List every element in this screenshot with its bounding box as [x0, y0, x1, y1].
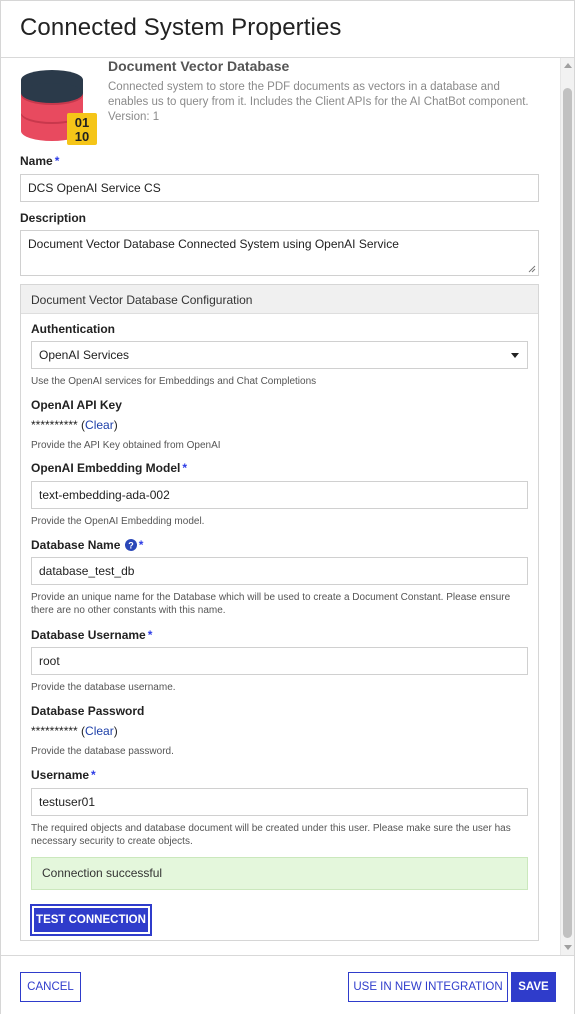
name-label: Name *	[20, 154, 60, 168]
logo-text-bottom: 10	[75, 129, 89, 144]
name-input[interactable]: DCS OpenAI Service CS	[20, 174, 539, 202]
dropdown-arrow-icon	[511, 353, 519, 358]
authentication-selected-value: OpenAI Services	[39, 348, 130, 362]
required-marker: *	[91, 768, 96, 782]
svg-text:?: ?	[128, 541, 134, 551]
scroll-up-arrow-icon[interactable]	[564, 63, 572, 68]
database-password-label: Database Password	[31, 704, 145, 718]
required-marker: *	[147, 628, 153, 642]
username-help: The required objects and database docume…	[31, 823, 511, 847]
database-username-help: Provide the database username.	[31, 682, 176, 693]
database-name-label: Database Name ? *	[31, 538, 144, 552]
cancel-button[interactable]: CANCEL	[20, 972, 81, 1002]
database-name-input[interactable]: database_test_db	[31, 557, 528, 585]
embedding-model-label: OpenAI Embedding Model *	[31, 461, 188, 475]
required-marker: *	[54, 154, 60, 168]
connected-system-type-title: Document Vector Database	[108, 58, 290, 74]
authentication-help: Use the OpenAI services for Embeddings a…	[31, 376, 317, 387]
database-password-clear-link[interactable]: Clear	[85, 724, 114, 738]
logo-text-top: 01	[75, 115, 89, 130]
database-username-input[interactable]: root	[31, 647, 528, 675]
description-textarea[interactable]: Document Vector Database Connected Syste…	[20, 230, 539, 276]
dialog-title: Connected System Properties	[20, 14, 342, 41]
scroll-down-arrow-icon[interactable]	[564, 945, 572, 950]
dialog-header: Connected System Properties	[1, 1, 574, 58]
connection-status-message: Connection successful	[31, 857, 528, 890]
description-label: Description	[20, 211, 87, 225]
dialog-footer: CANCEL USE IN NEW INTEGRATION SAVE	[1, 955, 574, 1014]
authentication-label: Authentication	[31, 322, 115, 336]
username-label: Username *	[31, 768, 96, 782]
help-circle-icon[interactable]: ?	[124, 539, 137, 551]
scrollbar-thumb[interactable]	[563, 88, 572, 938]
database-name-help: Provide an unique name for the Database …	[31, 592, 511, 616]
connected-system-type-description: Connected system to store the PDF docume…	[108, 81, 529, 108]
api-key-label: OpenAI API Key	[31, 398, 122, 412]
connected-system-version: Version: 1	[108, 111, 160, 123]
description-value: Document Vector Database Connected Syste…	[28, 237, 399, 251]
database-password-masked-value: ********** (Clear)	[31, 724, 118, 738]
database-logo-icon: 01 10	[21, 70, 97, 145]
required-marker: *	[138, 538, 144, 552]
authentication-select[interactable]: OpenAI Services	[31, 341, 528, 369]
embedding-model-help: Provide the OpenAI Embedding model.	[31, 516, 205, 527]
use-in-new-integration-button[interactable]: USE IN NEW INTEGRATION	[348, 972, 508, 1002]
connected-system-dialog: Connected System Properties 01 10 Docume…	[0, 0, 575, 1014]
save-button[interactable]: SAVE	[511, 972, 556, 1002]
configuration-section: Document Vector Database Configuration A…	[20, 284, 539, 941]
resize-grip-icon[interactable]	[528, 265, 536, 273]
api-key-masked-value: ********** (Clear)	[31, 418, 118, 432]
configuration-section-header: Document Vector Database Configuration	[21, 285, 538, 314]
api-key-help: Provide the API Key obtained from OpenAI	[31, 440, 221, 451]
test-connection-button[interactable]: TEST CONNECTION	[30, 904, 152, 936]
api-key-clear-link[interactable]: Clear	[85, 418, 114, 432]
vertical-scrollbar[interactable]	[560, 58, 574, 955]
dialog-body: 01 10 Document Vector Database Connected…	[1, 58, 574, 955]
required-marker: *	[182, 461, 188, 475]
username-input[interactable]: testuser01	[31, 788, 528, 816]
database-password-help: Provide the database password.	[31, 746, 174, 757]
configuration-section-title: Document Vector Database Configuration	[31, 293, 253, 307]
database-username-label: Database Username *	[31, 628, 153, 642]
embedding-model-input[interactable]: text-embedding-ada-002	[31, 481, 528, 509]
